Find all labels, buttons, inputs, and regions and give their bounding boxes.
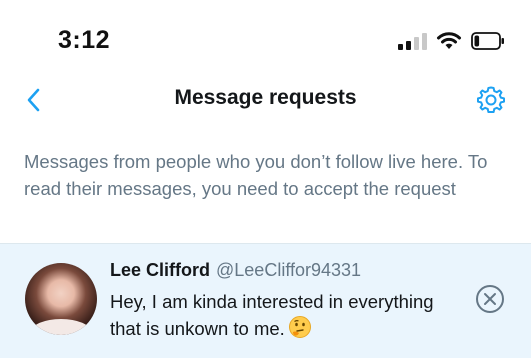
sender-name: Lee Clifford — [110, 260, 211, 280]
dismiss-request-button[interactable] — [475, 284, 505, 314]
settings-button[interactable] — [473, 82, 509, 118]
cellular-signal-icon — [398, 32, 427, 50]
message-request-row[interactable]: Lee Clifford @LeeCliffor94331 Hey, I am k… — [0, 243, 531, 358]
message-text: Hey, I am kinda interested in everything… — [110, 291, 434, 339]
status-bar: 3:12 — [0, 0, 531, 80]
wifi-icon — [437, 32, 461, 49]
message-preview: Hey, I am kinda interested in everything… — [110, 289, 450, 346]
gear-icon — [477, 86, 505, 113]
close-circle-icon — [476, 285, 504, 313]
page-title: Message requests — [174, 86, 357, 109]
sender-line: Lee Clifford @LeeCliffor94331 — [110, 260, 361, 281]
info-text: Messages from people who you don’t follo… — [24, 151, 488, 199]
nav-bar: Message requests — [0, 78, 531, 122]
battery-icon — [471, 32, 504, 50]
status-time: 3:12 — [58, 26, 111, 54]
sender-handle: @LeeCliffor94331 — [216, 260, 362, 280]
avatar[interactable] — [25, 263, 97, 335]
thinking-face-icon — [288, 315, 312, 346]
status-icons — [398, 30, 505, 52]
